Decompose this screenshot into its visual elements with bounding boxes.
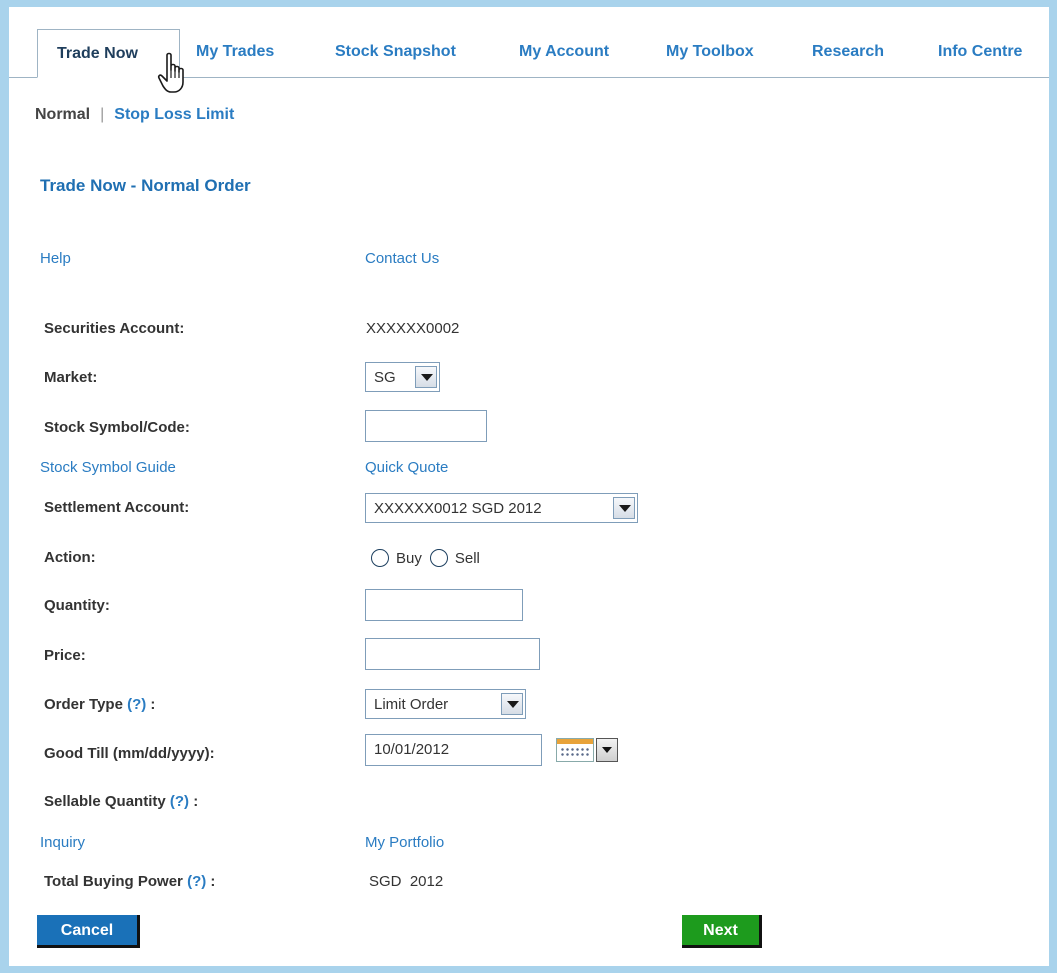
total-buying-power-value: SGD 2012: [369, 873, 444, 890]
hand-pointer-icon: [157, 52, 184, 93]
tab-info-centre[interactable]: Info Centre: [938, 43, 1022, 61]
total-buying-power-label-text: Total Buying Power: [44, 873, 183, 890]
good-till-label: Good Till (mm/dd/yyyy):: [44, 745, 215, 762]
action-radio-group: Buy Sell: [371, 549, 488, 567]
market-select-value: SG: [374, 369, 396, 386]
settlement-account-value: XXXXXX0012 SGD 2012: [374, 500, 542, 517]
price-label: Price:: [44, 647, 86, 664]
next-button[interactable]: Next: [682, 915, 762, 948]
subnav-stop-loss-limit[interactable]: Stop Loss Limit: [114, 106, 234, 123]
settlement-account-label: Settlement Account:: [44, 499, 190, 516]
sellable-quantity-help-link[interactable]: (?): [170, 793, 189, 810]
settlement-account-select[interactable]: XXXXXX0012 SGD 2012: [365, 493, 638, 523]
buy-radio[interactable]: [371, 549, 389, 567]
trade-page: Trade Now My Trades Stock Snapshot My Ac…: [9, 7, 1049, 966]
chevron-down-icon: [501, 693, 523, 715]
subnav-normal: Normal: [35, 106, 91, 123]
tab-stock-snapshot[interactable]: Stock Snapshot: [335, 43, 456, 61]
contact-us-link[interactable]: Contact Us: [365, 250, 439, 267]
sellable-quantity-label-text: Sellable Quantity: [44, 793, 166, 810]
sellable-quantity-label-suffix: :: [193, 793, 199, 810]
order-type-label-suffix: :: [150, 696, 156, 713]
calendar-icon: [556, 738, 594, 762]
tab-research[interactable]: Research: [812, 43, 884, 61]
stock-symbol-guide-link[interactable]: Stock Symbol Guide: [40, 459, 176, 476]
order-type-value: Limit Order: [374, 696, 449, 713]
chevron-down-icon: [613, 497, 635, 519]
total-buying-power-help-link[interactable]: (?): [187, 873, 206, 890]
good-till-input[interactable]: 10/01/2012: [365, 734, 542, 766]
market-label: Market:: [44, 369, 98, 386]
buy-radio-label: Buy: [396, 549, 422, 567]
tab-my-toolbox[interactable]: My Toolbox: [666, 43, 754, 61]
tab-my-trades[interactable]: My Trades: [196, 43, 274, 61]
chevron-down-icon: [596, 738, 618, 762]
order-type-label-text: Order Type: [44, 696, 123, 713]
price-input[interactable]: [365, 638, 540, 670]
order-subnav: Normal | Stop Loss Limit: [35, 106, 234, 124]
total-buying-power-label: Total Buying Power (?) :: [44, 873, 215, 890]
stock-symbol-input[interactable]: [365, 410, 487, 442]
stock-symbol-label: Stock Symbol/Code:: [44, 419, 190, 436]
action-label: Action:: [44, 549, 96, 566]
order-type-label: Order Type (?) :: [44, 696, 155, 713]
market-select[interactable]: SG: [365, 362, 440, 392]
sell-radio[interactable]: [429, 549, 448, 567]
help-link[interactable]: Help: [40, 250, 71, 267]
subnav-separator: |: [100, 106, 105, 123]
chevron-down-icon: [415, 366, 437, 388]
order-type-help-link[interactable]: (?): [127, 696, 146, 713]
order-type-select[interactable]: Limit Order: [365, 689, 526, 719]
tab-my-account[interactable]: My Account: [519, 43, 609, 61]
securities-account-value: XXXXXX0002: [366, 320, 460, 337]
cancel-button[interactable]: Cancel: [37, 915, 140, 948]
quantity-input[interactable]: [365, 589, 523, 621]
sell-radio-label: Sell: [454, 549, 480, 567]
calendar-picker-button[interactable]: [556, 738, 618, 762]
securities-account-label: Securities Account:: [44, 320, 185, 337]
quantity-label: Quantity:: [44, 597, 110, 614]
total-buying-power-label-suffix: :: [210, 873, 216, 890]
quick-quote-link[interactable]: Quick Quote: [365, 459, 448, 476]
page-title: Trade Now - Normal Order: [40, 176, 251, 195]
my-portfolio-link[interactable]: My Portfolio: [365, 834, 444, 851]
sellable-quantity-label: Sellable Quantity (?) :: [44, 793, 198, 810]
inquiry-link[interactable]: Inquiry: [40, 834, 85, 851]
